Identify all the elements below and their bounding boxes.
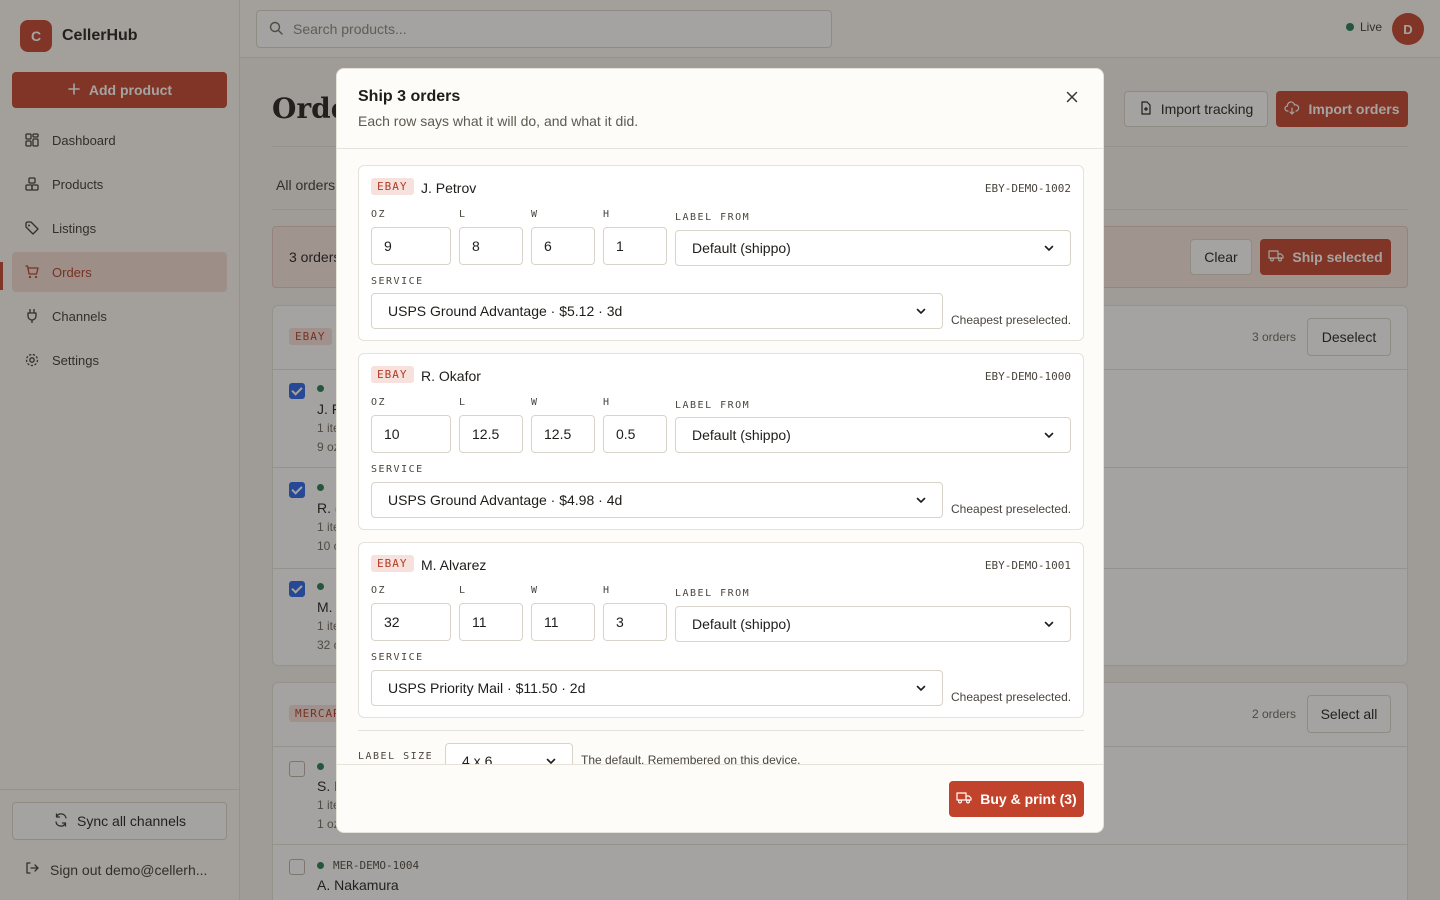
label-from-value: Default (shippo) (692, 616, 791, 632)
length-label: L (459, 585, 467, 596)
weight-oz-input[interactable]: 10 (371, 415, 451, 453)
modal-subtitle: Each row says what it will do, and what … (358, 113, 639, 129)
buy-print-button[interactable]: Buy & print (3) (949, 781, 1084, 817)
channel-tag: EBAY (371, 366, 414, 383)
modal-body: EBAY J. Petrov EBY-DEMO-1002 OZ L W H LA… (337, 149, 1103, 764)
customer-name: J. Petrov (421, 180, 477, 196)
chevron-down-icon (916, 308, 926, 314)
close-icon (1066, 91, 1078, 103)
order-id: EBY-DEMO-1000 (984, 370, 1071, 383)
oz-label: OZ (371, 585, 387, 596)
divider (337, 764, 1103, 765)
height-input[interactable]: 3 (603, 603, 667, 641)
oz-label: OZ (371, 397, 387, 408)
customer-name: R. Okafor (421, 368, 481, 384)
label-from-select[interactable]: Default (shippo) (675, 417, 1071, 453)
service-select[interactable]: USPS Ground Advantage · $4.98 · 4d (371, 482, 943, 518)
label-size-label: LABEL SIZE (358, 751, 434, 762)
chevron-down-icon (916, 685, 926, 691)
service-label: SERVICE (371, 276, 424, 287)
length-input[interactable]: 12.5 (459, 415, 523, 453)
label-from-value: Default (shippo) (692, 427, 791, 443)
service-hint: Cheapest preselected. (951, 690, 1072, 704)
height-label: H (603, 397, 611, 408)
service-value: USPS Ground Advantage · $4.98 · 4d (388, 492, 623, 508)
length-label: L (459, 397, 467, 408)
label-from-label: LABEL FROM (675, 400, 751, 411)
service-hint: Cheapest preselected. (951, 313, 1072, 327)
height-input[interactable]: 1 (603, 227, 667, 265)
label-from-label: LABEL FROM (675, 212, 751, 223)
length-input[interactable]: 8 (459, 227, 523, 265)
order-id: EBY-DEMO-1002 (984, 182, 1071, 195)
height-label: H (603, 209, 611, 220)
length-label: L (459, 209, 467, 220)
buy-print-label: Buy & print (3) (980, 791, 1077, 807)
order-card: EBAY J. Petrov EBY-DEMO-1002 OZ L W H LA… (358, 165, 1084, 341)
width-input[interactable]: 6 (531, 227, 595, 265)
order-card: EBAY R. Okafor EBY-DEMO-1000 OZ L W H LA… (358, 353, 1084, 530)
label-size-value: 4 x 6 (462, 753, 493, 764)
length-input[interactable]: 11 (459, 603, 523, 641)
service-select[interactable]: USPS Ground Advantage · $5.12 · 3d (371, 293, 943, 329)
weight-oz-input[interactable]: 32 (371, 603, 451, 641)
service-value: USPS Priority Mail · $11.50 · 2d (388, 680, 586, 696)
height-input[interactable]: 0.5 (603, 415, 667, 453)
service-label: SERVICE (371, 652, 424, 663)
width-label: W (531, 585, 539, 596)
service-label: SERVICE (371, 464, 424, 475)
customer-name: M. Alvarez (421, 557, 487, 573)
height-label: H (603, 585, 611, 596)
label-from-label: LABEL FROM (675, 588, 751, 599)
channel-tag: EBAY (371, 555, 414, 572)
weight-oz-input[interactable]: 9 (371, 227, 451, 265)
width-input[interactable]: 12.5 (531, 415, 595, 453)
divider (358, 730, 1084, 731)
service-select[interactable]: USPS Priority Mail · $11.50 · 2d (371, 670, 943, 706)
close-button[interactable] (1064, 89, 1080, 105)
label-from-value: Default (shippo) (692, 240, 791, 256)
chevron-down-icon (1044, 245, 1054, 251)
ship-orders-modal: Ship 3 orders Each row says what it will… (336, 68, 1104, 833)
truck-icon (956, 791, 972, 807)
service-hint: Cheapest preselected. (951, 502, 1072, 516)
chevron-down-icon (546, 758, 556, 764)
service-value: USPS Ground Advantage · $5.12 · 3d (388, 303, 623, 319)
label-from-select[interactable]: Default (shippo) (675, 606, 1071, 642)
chevron-down-icon (1044, 432, 1054, 438)
width-input[interactable]: 11 (531, 603, 595, 641)
order-id: EBY-DEMO-1001 (984, 559, 1071, 572)
label-size-select[interactable]: 4 x 6 (445, 743, 573, 764)
modal-title: Ship 3 orders (358, 88, 461, 105)
width-label: W (531, 397, 539, 408)
chevron-down-icon (1044, 621, 1054, 627)
order-card: EBAY M. Alvarez EBY-DEMO-1001 OZ L W H L… (358, 542, 1084, 718)
oz-label: OZ (371, 209, 387, 220)
chevron-down-icon (916, 497, 926, 503)
width-label: W (531, 209, 539, 220)
label-size-hint: The default. Remembered on this device. (581, 753, 801, 764)
label-from-select[interactable]: Default (shippo) (675, 230, 1071, 266)
channel-tag: EBAY (371, 178, 414, 195)
